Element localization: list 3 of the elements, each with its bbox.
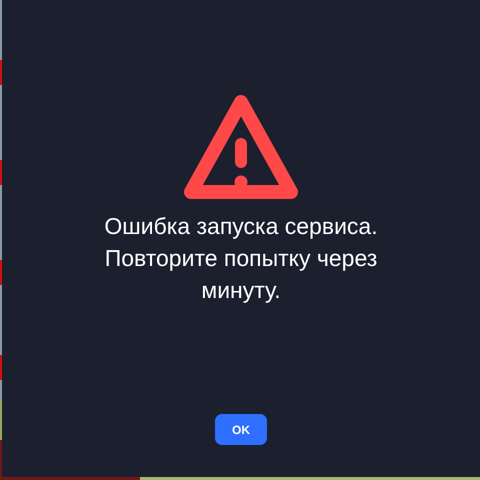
warning-icon xyxy=(183,94,299,202)
ok-button[interactable]: OK xyxy=(215,414,267,445)
error-message: Ошибка запуска сервиса. Повторите попытку через минуту. xyxy=(103,212,379,305)
